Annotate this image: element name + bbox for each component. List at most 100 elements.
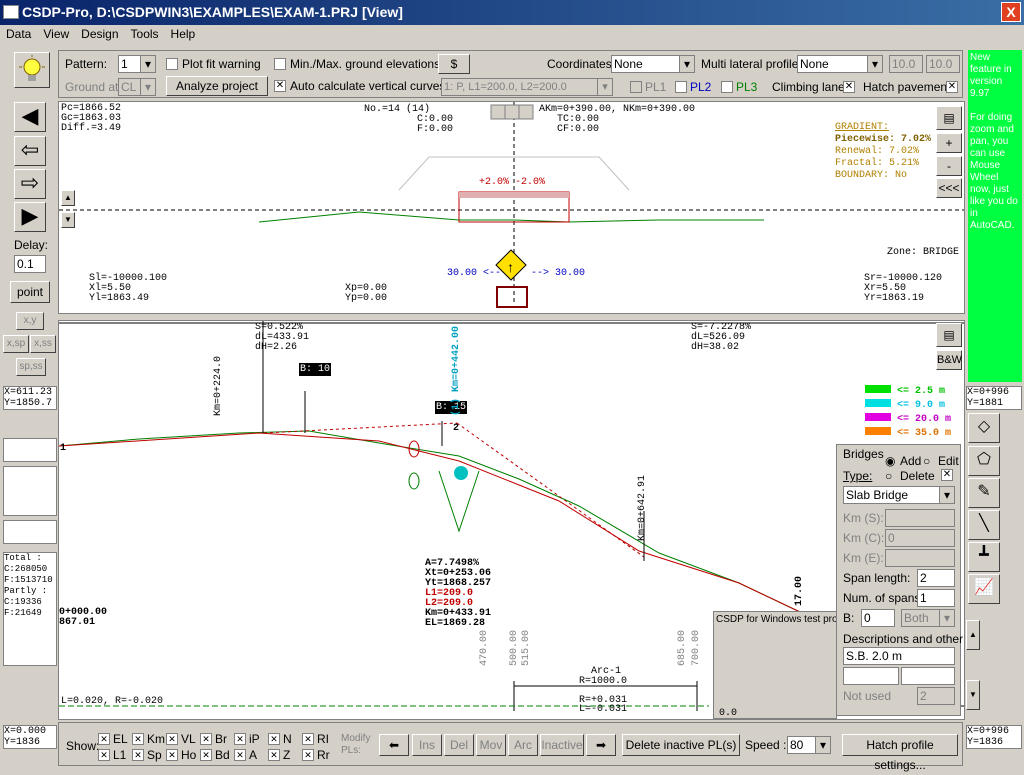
xss-button[interactable]: x,ss bbox=[30, 335, 56, 353]
not-used-input[interactable]: 2 bbox=[917, 687, 955, 705]
description-input[interactable]: S.B. 2.0 m bbox=[843, 647, 955, 665]
show-checkbox[interactable]: ✕ bbox=[166, 733, 178, 745]
analyze-project-button[interactable]: Analyze project bbox=[166, 76, 268, 96]
mlp-value2[interactable]: 10.0 bbox=[926, 55, 960, 73]
tool-button-3[interactable]: ✎ bbox=[968, 478, 1000, 508]
climbing-lanes-checkbox[interactable]: ✕ bbox=[843, 81, 855, 93]
lightbulb-button[interactable] bbox=[14, 52, 50, 88]
back-button[interactable]: <<< bbox=[936, 178, 962, 198]
last-arrow-button[interactable]: ▶ bbox=[14, 202, 46, 232]
tool-button-5[interactable]: ┻ bbox=[968, 542, 1000, 572]
show-checkbox[interactable]: ✕ bbox=[268, 749, 280, 761]
show-checkbox[interactable]: ✕ bbox=[132, 749, 144, 761]
first-arrow-button[interactable]: ◀ bbox=[14, 102, 46, 132]
close-button[interactable]: X bbox=[1001, 2, 1021, 22]
auto-calc-checkbox[interactable]: ✕ bbox=[274, 80, 286, 92]
marker-1: 1 bbox=[60, 443, 67, 454]
delete-radio[interactable]: ○ bbox=[885, 469, 892, 483]
scroll-down-button[interactable]: ▼ bbox=[61, 212, 75, 228]
scroll-down-right[interactable]: ▼ bbox=[966, 680, 980, 710]
grade-info-right: S=-7.2278% dL=526.09 dH=38.02 bbox=[691, 323, 751, 353]
prev-arrow-button[interactable]: ⇦ bbox=[14, 136, 46, 166]
del-button[interactable]: Del bbox=[444, 734, 474, 756]
xsp-button[interactable]: x,sp bbox=[3, 335, 29, 353]
mlp-value1[interactable]: 10.0 bbox=[889, 55, 923, 73]
extra-input-2[interactable] bbox=[901, 667, 955, 685]
dollar-button[interactable]: $ bbox=[438, 54, 470, 74]
plot-fit-checkbox[interactable] bbox=[166, 58, 178, 70]
longitudinal-profile-canvas[interactable]: S=0.522% dL=433.91 dH=2.26 S=-7.2278% dL=52… bbox=[58, 320, 965, 720]
show-label-item: L1 bbox=[113, 748, 127, 762]
inactive-button[interactable]: Inactive bbox=[540, 734, 584, 756]
both-select[interactable]: Both bbox=[901, 609, 955, 627]
pl3-checkbox[interactable] bbox=[721, 81, 733, 93]
zoom-out-button[interactable]: - bbox=[936, 156, 962, 176]
scroll-up-button[interactable]: ▲ bbox=[61, 190, 75, 206]
right-arrow-button[interactable]: ➡ bbox=[586, 734, 616, 756]
mov-button[interactable]: Mov bbox=[476, 734, 506, 756]
show-label-item: EL bbox=[113, 732, 128, 746]
num-spans-input[interactable]: 1 bbox=[917, 589, 955, 607]
next-arrow-button[interactable]: ⇨ bbox=[14, 169, 46, 199]
tool-button-1[interactable]: ◇ bbox=[968, 413, 1000, 443]
delay-input[interactable]: 0.1 bbox=[14, 255, 46, 273]
show-checkbox[interactable]: ✕ bbox=[234, 749, 246, 761]
add-radio[interactable]: ◉ bbox=[885, 454, 895, 468]
show-checkbox[interactable]: ✕ bbox=[200, 749, 212, 761]
menu-tools[interactable]: Tools bbox=[125, 25, 165, 43]
span-length-input[interactable]: 2 bbox=[917, 569, 955, 587]
show-checkbox[interactable]: ✕ bbox=[200, 733, 212, 745]
hatch-pavement-checkbox[interactable]: ✕ bbox=[946, 81, 958, 93]
hatch-settings-button[interactable]: Hatch profile settings... bbox=[842, 734, 958, 772]
km-e-input[interactable] bbox=[885, 549, 955, 567]
show-checkbox[interactable]: ✕ bbox=[302, 749, 314, 761]
mlp-select[interactable]: None bbox=[797, 55, 883, 73]
km-s-input[interactable] bbox=[885, 509, 955, 527]
menu-view[interactable]: View bbox=[37, 25, 75, 43]
show-checkbox[interactable]: ✕ bbox=[268, 733, 280, 745]
scroll-up-right[interactable]: ▲ bbox=[966, 620, 980, 650]
delete-inactive-button[interactable]: Delete inactive PL(s) bbox=[622, 734, 740, 756]
bridge-type-select[interactable]: Slab Bridge bbox=[843, 486, 955, 504]
pattern-select[interactable]: 1 bbox=[118, 55, 156, 73]
show-checkbox[interactable]: ✕ bbox=[98, 749, 110, 761]
spss-button[interactable]: sp,ss bbox=[16, 358, 46, 376]
menu-design[interactable]: Design bbox=[75, 25, 124, 43]
menu-data[interactable]: Data bbox=[0, 25, 37, 43]
menu-help[interactable]: Help bbox=[165, 25, 202, 43]
tool-button-4[interactable]: ╲ bbox=[968, 510, 1000, 540]
pl1-checkbox[interactable] bbox=[630, 81, 642, 93]
km-c-input[interactable]: 0 bbox=[885, 529, 955, 547]
bridge-checkbox[interactable]: ✕ bbox=[941, 469, 953, 481]
show-checkbox[interactable]: ✕ bbox=[98, 733, 110, 745]
bw-button[interactable]: B&W bbox=[936, 350, 962, 370]
lateral-profile-canvas[interactable]: ↑ Pc=1866.52 Gc=1863.03 Diff.=3.49 No.=14 … bbox=[58, 101, 965, 314]
show-checkbox[interactable]: ✕ bbox=[132, 733, 144, 745]
show-checkbox[interactable]: ✕ bbox=[166, 749, 178, 761]
speed-select[interactable]: 80 bbox=[787, 736, 831, 754]
pl-select[interactable]: 1: P, L1=200.0, L2=200.0 bbox=[441, 78, 613, 96]
mini-window[interactable]: CSDP for Windows test pro bbox=[713, 611, 838, 719]
point-button[interactable]: point bbox=[10, 281, 50, 303]
arc-button[interactable]: Arc bbox=[508, 734, 538, 756]
tool-button-2[interactable]: ⬠ bbox=[968, 446, 1000, 476]
print-button[interactable]: ▤ bbox=[936, 106, 962, 130]
extra-input-1[interactable] bbox=[843, 667, 899, 685]
totals-line: Total : bbox=[4, 553, 42, 563]
print-profile-button[interactable]: ▤ bbox=[936, 323, 962, 347]
show-checkbox[interactable]: ✕ bbox=[302, 733, 314, 745]
ground-select[interactable]: CL bbox=[118, 78, 156, 96]
b-input[interactable]: 0 bbox=[861, 609, 895, 627]
show-checkbox[interactable]: ✕ bbox=[234, 733, 246, 745]
edit-radio[interactable]: ○ bbox=[923, 454, 930, 468]
tool-button-6[interactable]: 📈 bbox=[968, 574, 1000, 604]
coordinates-select[interactable]: None bbox=[611, 55, 695, 73]
ins-button[interactable]: Ins bbox=[412, 734, 442, 756]
add-label: Add bbox=[900, 454, 922, 468]
pl2-checkbox[interactable] bbox=[675, 81, 687, 93]
minmax-checkbox[interactable] bbox=[274, 58, 286, 70]
xy-button[interactable]: x,y bbox=[16, 312, 44, 330]
zoom-in-button[interactable]: + bbox=[936, 133, 962, 153]
chart-icon: 📈 bbox=[974, 579, 994, 596]
left-arrow-button[interactable]: ⬅ bbox=[379, 734, 409, 756]
